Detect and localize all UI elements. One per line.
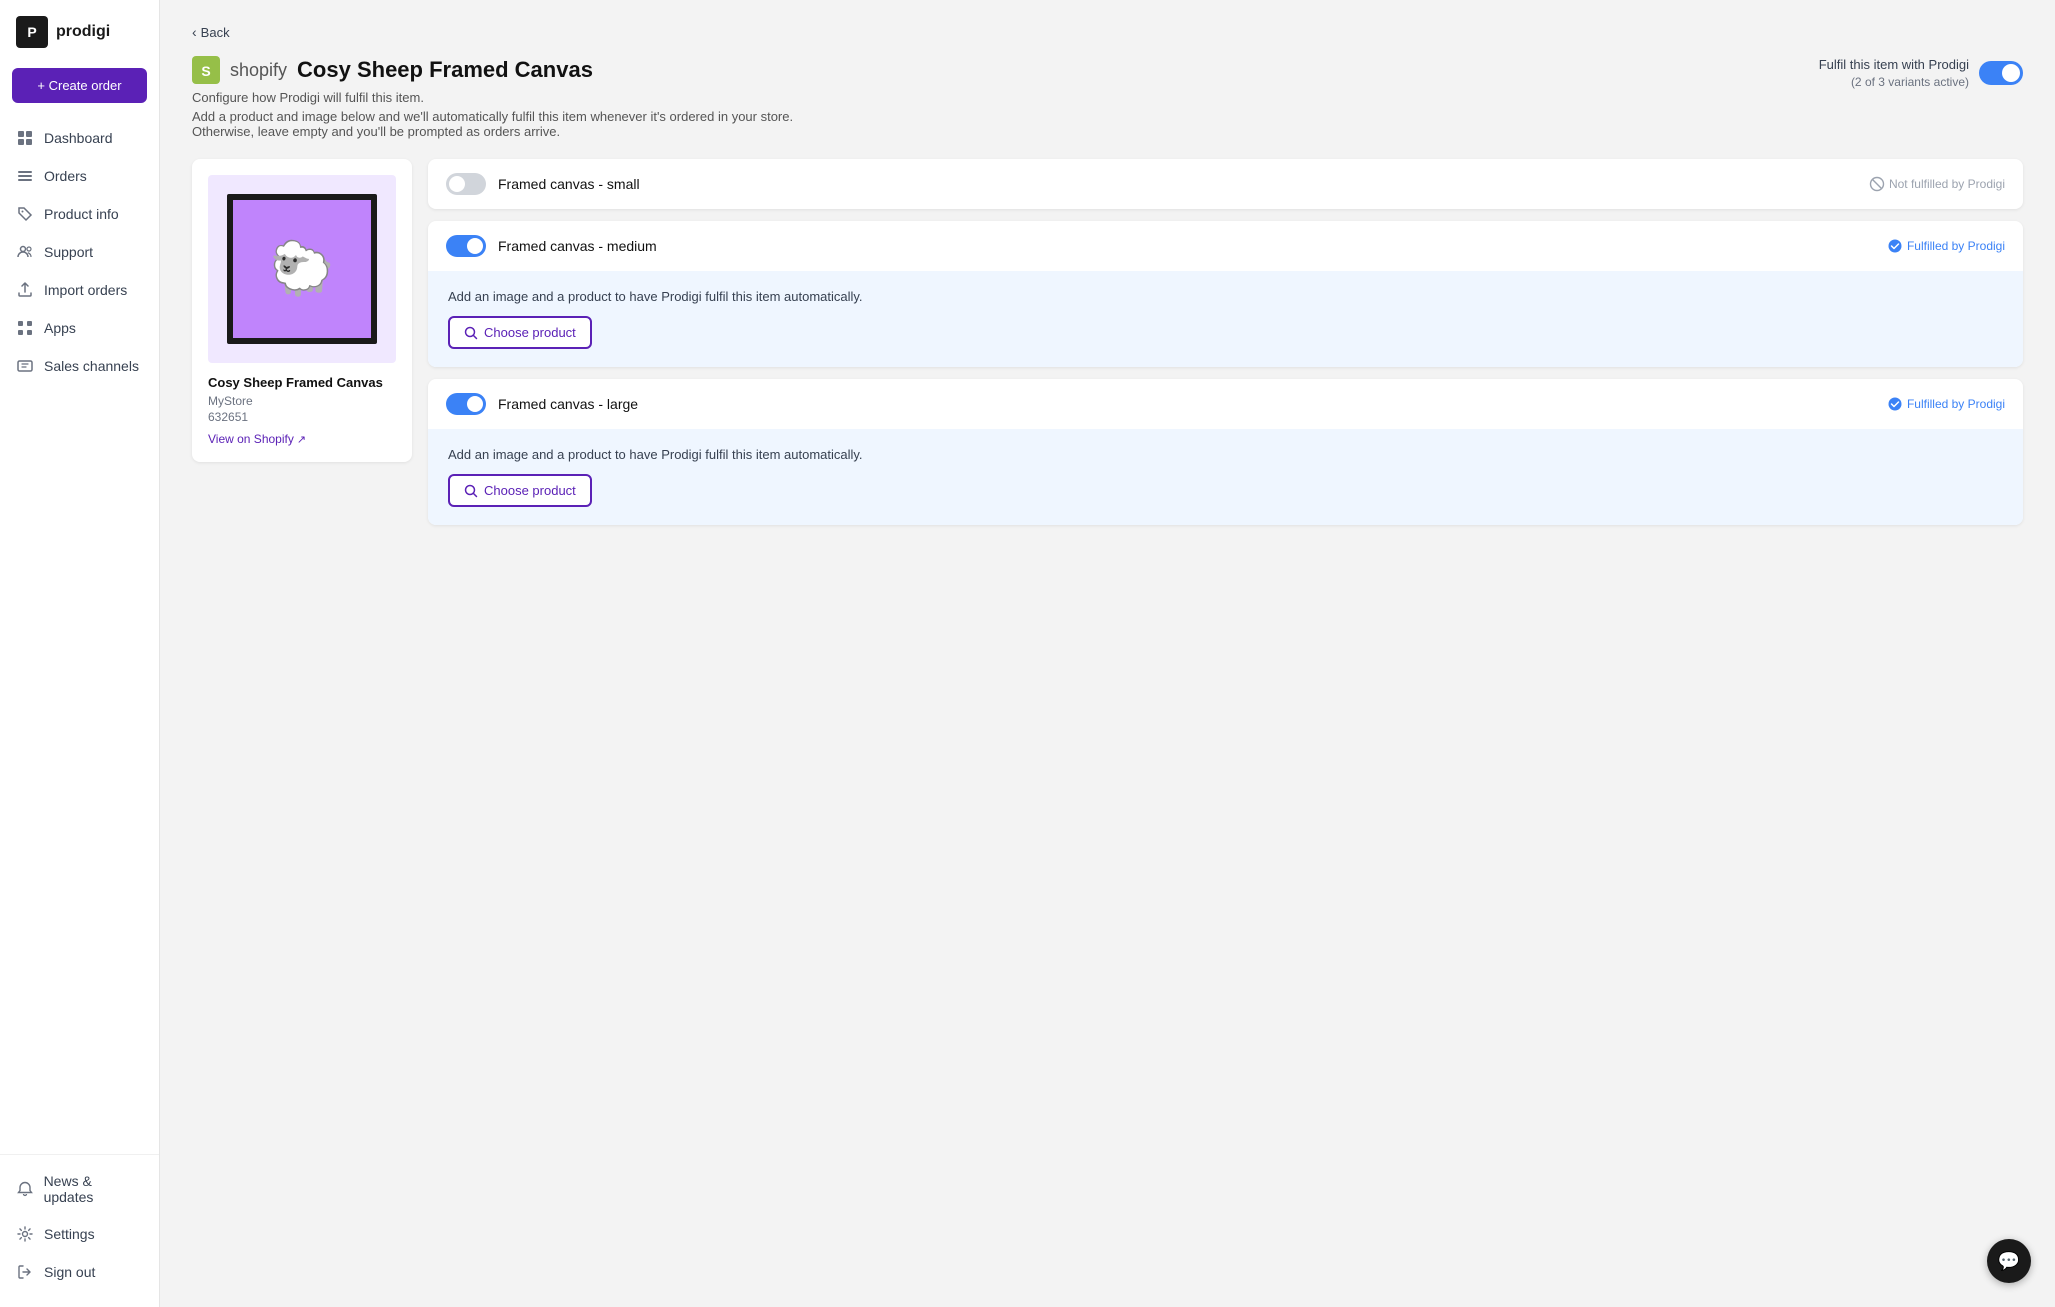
toggle-thumb-small [449,176,465,192]
sidebar-nav: Dashboard Orders Product info Support Im… [0,119,159,1154]
list-icon [16,167,34,185]
ban-icon [1869,176,1885,192]
svg-text:S: S [201,63,210,79]
back-link[interactable]: ‹ Back [192,24,2023,40]
toggle-track-medium[interactable] [446,235,486,257]
sidebar-item-sales-channels[interactable]: Sales channels [0,347,159,385]
variant-card-small: Framed canvas - small Not fulfilled by P… [428,159,2023,209]
sidebar-logo-text: prodigi [56,23,110,41]
variant-toggle-small[interactable] [446,173,486,195]
sidebar-logo: P prodigi [0,16,159,68]
sidebar-item-support-label: Support [44,244,93,260]
sidebar-bottom: News & updates Settings Sign out [0,1154,159,1291]
apps-icon [16,319,34,337]
sidebar-item-product-info-label: Product info [44,206,119,222]
grid-icon [16,129,34,147]
sidebar-item-orders-label: Orders [44,168,87,184]
fulfil-toggle-section: Fulfil this item with Prodigi (2 of 3 va… [1819,56,2023,91]
sidebar-item-apps[interactable]: Apps [0,309,159,347]
variant-card-large: Framed canvas - large Fulfilled by Prodi… [428,379,2023,525]
sidebar-item-settings-label: Settings [44,1226,95,1242]
search-icon-large [464,484,478,498]
back-label: Back [201,25,230,40]
fulfil-subtitle: (2 of 3 variants active) [1819,74,1969,91]
sidebar-item-sign-out[interactable]: Sign out [0,1253,159,1291]
sidebar-item-news-label: News & updates [44,1173,143,1205]
variant-header-medium: Framed canvas - medium Fulfilled by Prod… [428,221,2023,271]
chat-bubble[interactable]: 💬 [1987,1239,2031,1283]
choose-product-button-medium[interactable]: Choose product [448,316,592,349]
variant-name-large: Framed canvas - large [498,396,638,412]
fulfil-toggle[interactable] [1979,61,2023,85]
page-subtitle: Configure how Prodigi will fulfil this i… [192,90,793,105]
variant-body-text-large: Add an image and a product to have Prodi… [448,447,2003,462]
sidebar-item-dashboard[interactable]: Dashboard [0,119,159,157]
sidebar-item-orders[interactable]: Orders [0,157,159,195]
prodigi-logo-icon: P [16,16,48,48]
view-shopify-link[interactable]: View on Shopify ↗ [208,432,396,446]
variant-body-medium: Add an image and a product to have Prodi… [428,271,2023,367]
toggle-track-small[interactable] [446,173,486,195]
page-desc-line1: Add a product and image below and we'll … [192,109,793,124]
upload-icon [16,281,34,299]
sidebar-item-sign-out-label: Sign out [44,1264,95,1280]
chat-icon: 💬 [1998,1251,2020,1272]
main-content: ‹ Back S shopify Cosy Sheep Framed Canva… [160,0,2055,1307]
sidebar-item-support[interactable]: Support [0,233,159,271]
check-circle-icon-medium [1887,238,1903,254]
sidebar-item-settings[interactable]: Settings [0,1215,159,1253]
variant-header-small: Framed canvas - small Not fulfilled by P… [428,159,2023,209]
sidebar-item-news-updates[interactable]: News & updates [0,1163,159,1215]
product-store: MyStore [208,394,396,408]
page-header-left: S shopify Cosy Sheep Framed Canvas Confi… [192,56,793,139]
people-icon [16,243,34,261]
toggle-thumb-large [467,396,483,412]
product-image: 🐑 [208,175,396,363]
create-order-button[interactable]: + Create order [12,68,147,103]
sidebar: P prodigi + Create order Dashboard Order… [0,0,160,1307]
variant-name-medium: Framed canvas - medium [498,238,657,254]
page-title-text: Cosy Sheep Framed Canvas [297,57,593,83]
variant-body-text-medium: Add an image and a product to have Prodi… [448,289,2003,304]
product-card: 🐑 Cosy Sheep Framed Canvas MyStore 63265… [192,159,412,462]
page-header: S shopify Cosy Sheep Framed Canvas Confi… [192,56,2023,139]
sidebar-item-apps-label: Apps [44,320,76,336]
sidebar-item-product-info[interactable]: Product info [0,195,159,233]
sidebar-item-sales-channels-label: Sales channels [44,358,139,374]
product-name: Cosy Sheep Framed Canvas [208,375,396,390]
variant-card-medium: Framed canvas - medium Fulfilled by Prod… [428,221,2023,367]
gear-icon [16,1225,34,1243]
choose-product-button-large[interactable]: Choose product [448,474,592,507]
check-circle-icon-large [1887,396,1903,412]
variants-section: Framed canvas - small Not fulfilled by P… [428,159,2023,537]
sheep-emoji: 🐑 [270,238,335,299]
variant-toggle-medium[interactable] [446,235,486,257]
product-id: 632651 [208,410,396,424]
channel-icon [16,357,34,375]
back-arrow-icon: ‹ [192,24,197,40]
bell-icon [16,1180,34,1198]
page-desc-line2: Otherwise, leave empty and you'll be pro… [192,124,793,139]
toggle-track-large[interactable] [446,393,486,415]
sidebar-item-dashboard-label: Dashboard [44,130,113,146]
fulfil-label: Fulfil this item with Prodigi [1819,56,1969,74]
signout-icon [16,1263,34,1281]
variant-toggle-large[interactable] [446,393,486,415]
variant-status-large: Fulfilled by Prodigi [1887,396,2005,412]
sidebar-item-import-orders[interactable]: Import orders [0,271,159,309]
variant-name-small: Framed canvas - small [498,176,640,192]
toggle-thumb-medium [467,238,483,254]
shopify-icon: S [192,56,220,84]
sidebar-item-import-orders-label: Import orders [44,282,127,298]
search-icon-medium [464,326,478,340]
product-image-frame: 🐑 [227,194,377,344]
variant-status-small: Not fulfilled by Prodigi [1869,176,2005,192]
variant-body-large: Add an image and a product to have Prodi… [428,429,2023,525]
page-title: S shopify Cosy Sheep Framed Canvas [192,56,793,84]
product-container: 🐑 Cosy Sheep Framed Canvas MyStore 63265… [192,159,2023,537]
variant-status-medium: Fulfilled by Prodigi [1887,238,2005,254]
tag-icon [16,205,34,223]
variant-header-large: Framed canvas - large Fulfilled by Prodi… [428,379,2023,429]
